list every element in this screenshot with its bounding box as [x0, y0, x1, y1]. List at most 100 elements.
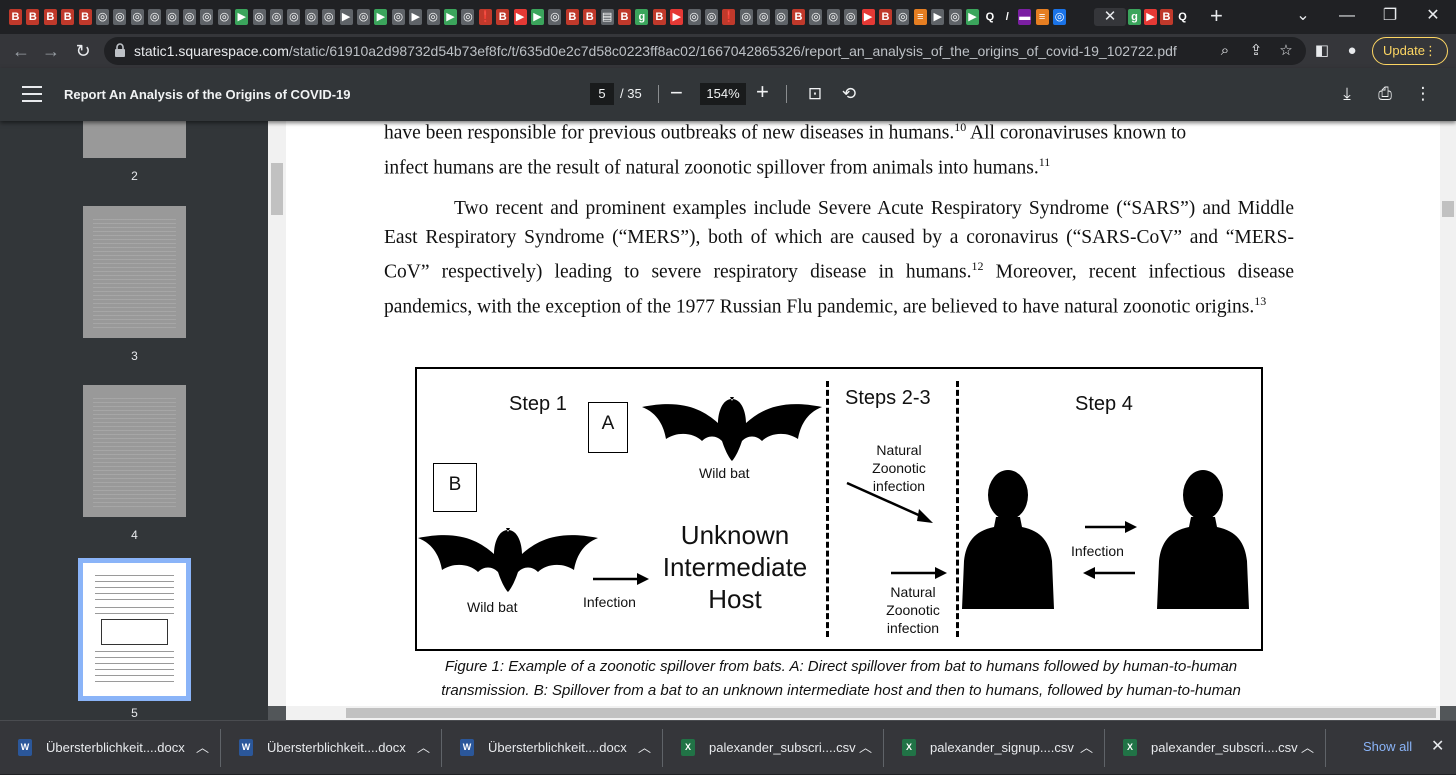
side-panel-icon[interactable]: ◧ [1311, 40, 1333, 62]
thumbnail-page-5-selected[interactable] [78, 558, 191, 701]
show-all-button[interactable]: Show all [1363, 739, 1412, 754]
zoom-in-button[interactable]: + [756, 80, 769, 104]
tab-favicon[interactable]: ◎ [130, 8, 145, 26]
tab-favicon[interactable]: ◎ [199, 8, 214, 26]
thumbnail-page-2[interactable] [83, 121, 186, 158]
download-icon[interactable]: ⤓ [1336, 83, 1358, 105]
chevron-up-icon[interactable]: ︿ [196, 737, 209, 756]
tab-favicon[interactable]: ▬ [1017, 8, 1032, 26]
tab-favicon[interactable]: ◎ [182, 8, 197, 26]
tab-favicon[interactable]: ▶ [530, 8, 545, 26]
sidebar-scrollbar[interactable] [268, 121, 286, 706]
tab-favicon[interactable]: B [878, 8, 893, 26]
tab-favicon[interactable]: ▶ [669, 8, 684, 26]
page-number-input[interactable]: 5 [590, 83, 614, 105]
tab-favicon[interactable]: Q [1175, 8, 1190, 26]
tab-favicon[interactable]: B [25, 8, 40, 26]
tab-favicon[interactable]: ◎ [948, 8, 963, 26]
zoom-lens-icon[interactable]: ⌕ [1214, 40, 1236, 62]
tab-favicon[interactable]: ◎ [391, 8, 406, 26]
tab-favicon[interactable]: ◎ [547, 8, 562, 26]
tab-favicon[interactable]: ◎ [704, 8, 719, 26]
tab-close-icon[interactable]: ✕ [1101, 6, 1119, 28]
tab-favicon[interactable]: ▶ [1143, 8, 1158, 26]
download-item[interactable]: X palexander_subscri....csv ︿ [1105, 721, 1326, 775]
window-close-button[interactable]: ✕ [1421, 4, 1445, 28]
tab-favicon[interactable]: g [634, 8, 649, 26]
tab-favicon[interactable]: ◎ [356, 8, 371, 26]
update-button[interactable]: Update ⋮ [1372, 37, 1448, 65]
tab-favicon[interactable]: ▶ [861, 8, 876, 26]
chevron-up-icon[interactable]: ︿ [638, 737, 651, 756]
tab-favicon[interactable]: B [617, 8, 632, 26]
thumbnail-page-4[interactable] [83, 385, 186, 517]
tab-favicon[interactable]: ◎ [321, 8, 336, 26]
tab-search-icon[interactable]: ⌄ [1291, 4, 1315, 28]
tab-favicon[interactable]: B [43, 8, 58, 26]
tab-favicon[interactable]: ▶ [373, 8, 388, 26]
tab-favicon[interactable]: ❗ [721, 8, 736, 26]
horizontal-scrollbar[interactable] [286, 706, 1440, 720]
tab-favicon[interactable]: / [1000, 8, 1015, 26]
tab-favicon[interactable]: ◎ [286, 8, 301, 26]
chevron-up-icon[interactable]: ︿ [859, 737, 872, 756]
print-icon[interactable]: ⎙ [1374, 83, 1396, 105]
tab-favicon[interactable]: B [8, 8, 23, 26]
bookmark-star-icon[interactable]: ☆ [1275, 40, 1297, 62]
chevron-up-icon[interactable]: ︿ [417, 737, 430, 756]
tab-favicon[interactable]: ▶ [339, 8, 354, 26]
tab-favicon[interactable]: ◎ [112, 8, 127, 26]
tab-favicon[interactable]: ◎ [460, 8, 475, 26]
tab-favicon[interactable]: ▶ [408, 8, 423, 26]
zoom-level-input[interactable]: 154% [700, 83, 746, 105]
reload-button[interactable]: ↻ [70, 38, 96, 64]
download-item[interactable]: W Übersterblichkeit....docx ︿ [221, 721, 442, 775]
tab-favicon[interactable]: ▤ [600, 8, 615, 26]
tab-favicon[interactable]: ≡ [1035, 8, 1050, 26]
tab-favicon[interactable]: ◎ [739, 8, 754, 26]
tab-favicon[interactable]: ◎ [826, 8, 841, 26]
tab-favicon[interactable]: ❗ [478, 8, 493, 26]
share-icon[interactable]: ⇪ [1245, 40, 1267, 62]
tab-favicon[interactable]: g [1127, 8, 1142, 26]
tab-favicon[interactable]: ◎ [95, 8, 110, 26]
tab-favicon[interactable]: ◎ [843, 8, 858, 26]
tab-favicon[interactable]: ◎ [252, 8, 267, 26]
chevron-up-icon[interactable]: ︿ [1080, 737, 1093, 756]
tab-favicon[interactable]: B [791, 8, 806, 26]
address-bar[interactable]: static1.squarespace.com/static/61910a2d9… [104, 37, 1306, 65]
chevron-up-icon[interactable]: ︿ [1301, 737, 1314, 756]
tab-favicon[interactable]: B [1159, 8, 1174, 26]
maximize-button[interactable]: ❐ [1378, 4, 1402, 28]
fit-page-icon[interactable]: ⊡ [804, 83, 826, 105]
minimize-button[interactable]: — [1335, 4, 1359, 28]
rotate-icon[interactable]: ⟲ [838, 83, 860, 105]
tab-favicon[interactable]: B [78, 8, 93, 26]
tab-favicon[interactable]: B [565, 8, 580, 26]
new-tab-button[interactable]: + [1210, 4, 1223, 28]
tab-favicon[interactable]: ◎ [1052, 8, 1067, 26]
tab-favicon[interactable]: ▶ [965, 8, 980, 26]
tab-favicon[interactable]: ≡ [913, 8, 928, 26]
download-item[interactable]: W Übersterblichkeit....docx ︿ [442, 721, 663, 775]
thumbnail-page-3[interactable] [83, 206, 186, 338]
tab-favicon[interactable]: ◎ [147, 8, 162, 26]
tab-favicon[interactable]: ◎ [808, 8, 823, 26]
tab-favicon[interactable]: Q [982, 8, 997, 26]
tab-favicon[interactable]: B [495, 8, 510, 26]
tab-favicon[interactable]: ◎ [756, 8, 771, 26]
tab-favicon[interactable]: ◎ [304, 8, 319, 26]
tab-favicon[interactable]: ◎ [269, 8, 284, 26]
zoom-out-button[interactable]: − [670, 81, 683, 105]
close-downloads-icon[interactable]: ✕ [1431, 736, 1444, 756]
tab-favicon[interactable]: ◎ [774, 8, 789, 26]
download-item[interactable]: X palexander_subscri....csv ︿ [663, 721, 884, 775]
tab-favicon[interactable]: ◎ [687, 8, 702, 26]
tab-favicon[interactable]: B [60, 8, 75, 26]
tab-favicon[interactable]: ▶ [234, 8, 249, 26]
tab-favicon[interactable]: ◎ [426, 8, 441, 26]
tab-favicon[interactable]: ▶ [930, 8, 945, 26]
tab-favicon[interactable]: ▶ [513, 8, 528, 26]
tab-favicon[interactable]: B [652, 8, 667, 26]
download-item[interactable]: X palexander_signup....csv ︿ [884, 721, 1105, 775]
